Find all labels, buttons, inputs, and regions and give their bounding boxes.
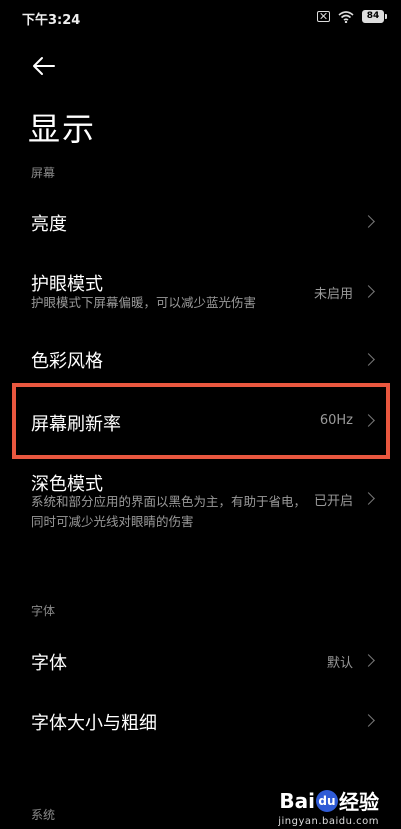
highlight-box: [12, 383, 390, 459]
section-header-screen: 屏幕: [31, 166, 56, 180]
settings-item-dark-mode[interactable]: 深色模式 系统和部分应用的界面以黑色为主，有助于省电，同时可减少光线对眼睛的伤害…: [0, 458, 401, 544]
watermark-logo: Bai du 经验: [279, 786, 379, 815]
item-description: 系统和部分应用的界面以黑色为主，有助于省电，同时可减少光线对眼睛的伤害: [31, 494, 307, 529]
page-title: 显示: [28, 110, 97, 148]
settings-item-brightness[interactable]: 亮度: [0, 190, 401, 254]
status-icons: 84: [317, 10, 387, 23]
item-label: 字体大小与粗细: [31, 713, 157, 734]
chevron-right-icon: [362, 353, 375, 366]
watermark-text-b: du: [318, 793, 336, 808]
item-value: 默认: [326, 656, 353, 671]
item-label: 亮度: [31, 214, 67, 235]
item-label: 色彩风格: [31, 351, 103, 372]
settings-item-eye-care[interactable]: 护眼模式 护眼模式下屏幕偏暖，可以减少蓝光伤害 未启用: [0, 256, 401, 326]
watermark-text-a: Bai: [279, 788, 315, 813]
item-value: 未启用: [313, 287, 353, 302]
chevron-right-icon: [362, 285, 375, 298]
status-time: 下午3:24: [22, 13, 81, 28]
watermark-url: jingyan.baidu.com: [278, 816, 379, 827]
settings-item-font-size[interactable]: 字体大小与粗细: [0, 692, 401, 752]
baidu-watermark: Bai du 经验 jingyan.baidu.com: [278, 786, 379, 828]
item-description: 护眼模式下屏幕偏暖，可以减少蓝光伤害: [31, 295, 257, 310]
status-bar: 下午3:24 84: [0, 0, 401, 36]
item-label: 字体: [31, 653, 67, 674]
battery-level: 84: [362, 10, 384, 23]
paw-icon: du: [316, 789, 338, 812]
wifi-icon: [338, 10, 354, 23]
section-header-system: 系统: [31, 808, 56, 822]
chevron-right-icon: [362, 714, 375, 727]
chevron-right-icon: [362, 215, 375, 228]
watermark-text-c: 经验: [339, 790, 379, 814]
battery-icon: 84: [362, 10, 387, 23]
settings-item-color-style[interactable]: 色彩风格: [0, 328, 401, 388]
back-arrow-icon[interactable]: [30, 54, 58, 78]
chevron-right-icon: [362, 492, 375, 505]
no-sim-icon: [317, 11, 330, 22]
settings-item-font[interactable]: 字体 默认: [0, 628, 401, 692]
chevron-right-icon: [362, 654, 375, 667]
section-header-font: 字体: [31, 604, 56, 618]
item-value: 已开启: [313, 494, 353, 509]
